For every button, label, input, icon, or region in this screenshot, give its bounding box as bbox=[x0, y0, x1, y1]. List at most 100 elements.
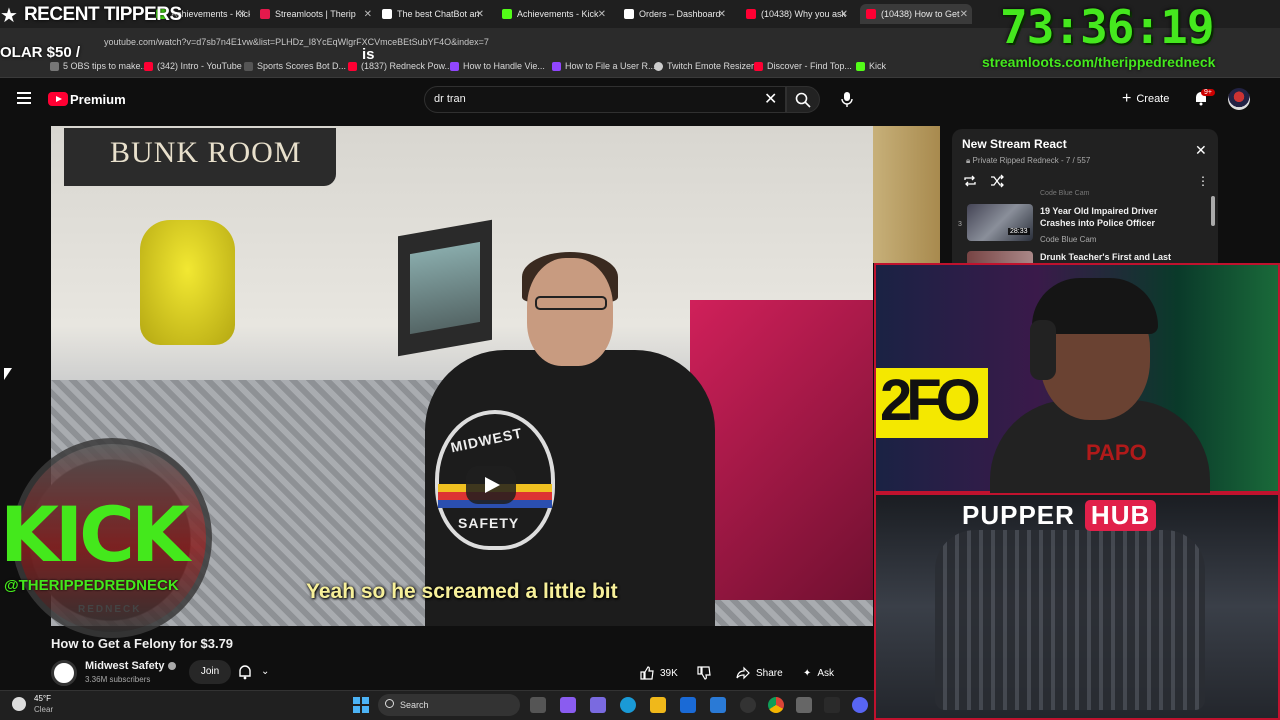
webcam-headset bbox=[1030, 320, 1056, 380]
close-icon[interactable]: ✕ bbox=[960, 9, 968, 20]
account-avatar[interactable] bbox=[1228, 88, 1250, 110]
discord-icon[interactable] bbox=[852, 697, 868, 713]
terminal-icon[interactable] bbox=[824, 697, 840, 713]
kick-overlay-text: KICK bbox=[0, 490, 190, 579]
search-input-value[interactable]: dr tran bbox=[434, 93, 466, 105]
recent-tippers-overlay: ★ RECENT TIPPERS bbox=[0, 4, 182, 27]
windows-start-icon[interactable] bbox=[353, 697, 369, 713]
video-scene-picture bbox=[410, 241, 480, 335]
dislike-button[interactable] bbox=[697, 663, 711, 683]
bookmark-intro-youtube[interactable]: (342) Intro - YouTube bbox=[144, 61, 242, 71]
search-input[interactable] bbox=[424, 86, 786, 113]
star-icon: ★ bbox=[0, 4, 18, 27]
video-scene-glasses bbox=[535, 296, 607, 310]
bookmark-obs-tips[interactable]: 5 OBS tips to make... bbox=[50, 61, 148, 71]
tab-youtube-active[interactable]: (10438) How to Get ✕ bbox=[860, 4, 972, 24]
close-playlist-icon[interactable]: ✕ bbox=[1195, 142, 1207, 159]
tab-youtube-why[interactable]: (10438) Why you ask ✕ bbox=[740, 4, 852, 24]
playlist-item-channel: Code Blue Cam bbox=[1040, 235, 1097, 244]
taskbar-search[interactable]: Search bbox=[378, 694, 520, 716]
playlist-item-channel-partial: Code Blue Cam bbox=[1040, 190, 1090, 197]
video-scene-sign-text: BUNK ROOM bbox=[110, 136, 302, 169]
video-scene-jacket bbox=[873, 126, 940, 263]
bookmark-kick[interactable]: Kick bbox=[856, 61, 886, 71]
folder-icon[interactable] bbox=[650, 697, 666, 713]
tab-chatbot[interactable]: The best ChatBot an ✕ bbox=[376, 4, 488, 24]
playlist-item-index: 3 bbox=[958, 221, 962, 228]
chrome-icon[interactable] bbox=[768, 697, 784, 713]
notification-count-badge: 9+ bbox=[1201, 89, 1215, 96]
close-icon[interactable]: ✕ bbox=[718, 9, 726, 20]
subathon-timer: 73:36:19 bbox=[1000, 0, 1215, 54]
playlist-item-duration: 28:33 bbox=[1008, 228, 1030, 235]
playlist-title[interactable]: New Stream React bbox=[962, 137, 1067, 151]
shuffle-icon[interactable] bbox=[990, 174, 1004, 188]
playlist-item-title[interactable]: Drunk Teacher's First and Last bbox=[1040, 252, 1171, 262]
share-icon bbox=[736, 666, 750, 680]
chevron-down-icon[interactable]: ⌄ bbox=[261, 666, 269, 677]
webcam-yellow-sign-text: 2FO bbox=[880, 368, 981, 433]
video-caption: Yeah so he screamed a little bit bbox=[306, 580, 618, 603]
bookmark-file-report[interactable]: How to File a User R... bbox=[552, 61, 656, 71]
video-scene-red-wall bbox=[690, 300, 873, 600]
search-button[interactable] bbox=[786, 86, 820, 113]
microphone-icon[interactable] bbox=[840, 91, 854, 107]
clear-search-icon[interactable]: ✕ bbox=[764, 89, 777, 109]
tab-streamloots[interactable]: Streamloots | Therip ✕ bbox=[254, 4, 376, 24]
playlist-item-title[interactable]: 19 Year Old Impaired Driver Crashes into… bbox=[1040, 205, 1190, 229]
more-options-icon[interactable]: ⋮ bbox=[1197, 174, 1209, 188]
play-button-icon[interactable] bbox=[466, 466, 516, 504]
bookmark-handle-viewers[interactable]: How to Handle Vie... bbox=[450, 61, 545, 71]
teams-icon[interactable] bbox=[590, 697, 606, 713]
close-icon[interactable]: ✕ bbox=[840, 9, 848, 20]
join-button[interactable]: Join bbox=[189, 660, 231, 684]
youtube-favicon-icon bbox=[746, 9, 756, 19]
search-icon bbox=[795, 92, 811, 108]
create-button[interactable]: + Create bbox=[1122, 89, 1169, 109]
youtube-favicon-icon bbox=[348, 61, 357, 71]
store-icon[interactable] bbox=[680, 697, 696, 713]
weather-temperature[interactable]: 45°F bbox=[34, 694, 51, 703]
tab-orders-dashboard[interactable]: Orders – Dashboard ✕ bbox=[618, 4, 730, 24]
webcam-shirt-text: PAPO bbox=[1086, 440, 1147, 465]
subscription-bell-icon[interactable] bbox=[238, 664, 252, 680]
share-button[interactable]: Share bbox=[736, 663, 783, 683]
hamburger-menu-icon[interactable] bbox=[17, 92, 31, 107]
ask-button[interactable]: ✦ Ask bbox=[803, 663, 834, 683]
bookmark-sports-scores[interactable]: Sports Scores Bot D... bbox=[244, 61, 346, 71]
tab-achievements-2[interactable]: Achievements - Kick ✕ bbox=[496, 4, 610, 24]
youtube-logo-icon[interactable] bbox=[48, 92, 68, 106]
weather-condition: Clear bbox=[34, 705, 54, 714]
youtube-premium-logo[interactable]: Premium bbox=[70, 92, 126, 107]
globe-icon bbox=[654, 61, 663, 71]
youtube-favicon-icon bbox=[754, 61, 763, 71]
obs-icon[interactable] bbox=[740, 697, 756, 713]
channel-name[interactable]: Midwest Safety bbox=[85, 660, 177, 672]
dashboard-favicon-icon bbox=[624, 9, 634, 19]
close-icon[interactable]: ✕ bbox=[364, 9, 372, 20]
bookmark-emote-resizer[interactable]: Twitch Emote Resizer bbox=[654, 61, 754, 71]
ticker-fragment-text: is bbox=[362, 46, 375, 63]
outlook-icon[interactable] bbox=[710, 697, 726, 713]
copilot-icon[interactable] bbox=[560, 697, 576, 713]
close-icon[interactable]: ✕ bbox=[238, 9, 246, 20]
playlist-item-thumbnail[interactable] bbox=[967, 204, 1033, 241]
kick-favicon-icon bbox=[856, 61, 865, 71]
video-scene-yellow-bag bbox=[140, 220, 235, 345]
weather-icon bbox=[12, 697, 26, 711]
bookmark-discover[interactable]: Discover - Find Top... bbox=[754, 61, 852, 71]
edge-icon[interactable] bbox=[620, 697, 636, 713]
tipper-ticker-text: OLAR $50 / bbox=[0, 44, 81, 61]
channel-avatar[interactable] bbox=[51, 660, 77, 686]
app-icon[interactable] bbox=[796, 697, 812, 713]
youtube-favicon-icon bbox=[866, 9, 876, 19]
close-icon[interactable]: ✕ bbox=[476, 9, 484, 20]
playlist-scrollbar[interactable] bbox=[1211, 196, 1215, 226]
kick-favicon-icon bbox=[502, 9, 512, 19]
url-text[interactable]: youtube.com/watch?v=d7sb7n4E1vw&list=PLH… bbox=[104, 37, 489, 47]
loop-icon[interactable] bbox=[963, 174, 977, 188]
video-scene-person-face bbox=[527, 258, 613, 366]
close-icon[interactable]: ✕ bbox=[598, 9, 606, 20]
like-button[interactable]: 39K bbox=[640, 663, 678, 683]
file-explorer-icon[interactable] bbox=[530, 697, 546, 713]
